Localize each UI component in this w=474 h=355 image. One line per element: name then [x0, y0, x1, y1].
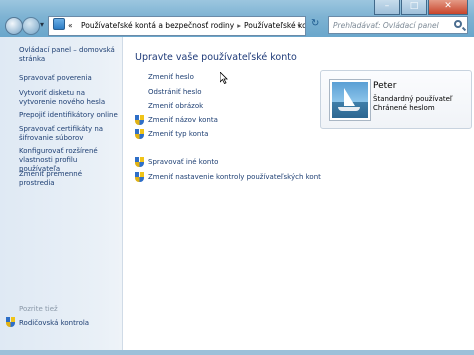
- main-content: Upravte vaše používateľské konto Zmeniť …: [123, 37, 474, 355]
- minimize-button[interactable]: –: [374, 0, 400, 15]
- sidebar-item-reset-disk[interactable]: Vytvoriť disketu na vytvorenie nového he…: [19, 89, 119, 107]
- uac-shield-icon: [135, 115, 144, 125]
- task-label: Zmeniť nastavenie kontroly používateľský…: [148, 173, 321, 181]
- avatar[interactable]: [330, 80, 370, 120]
- page-title: Upravte vaše používateľské konto: [135, 52, 297, 63]
- see-also-heading: Pozrite tiež: [19, 305, 58, 313]
- address-dropdown-icon[interactable]: ▾: [297, 17, 301, 35]
- task-label: Odstrániť heslo: [148, 88, 202, 96]
- sidebar-item-certificates[interactable]: Spravovať certifikáty na šifrovanie súbo…: [19, 125, 119, 143]
- search-input[interactable]: Prehľadávať: Ovládací panel: [328, 16, 468, 34]
- breadcrumb-separator-icon[interactable]: ▸: [237, 21, 241, 30]
- maximize-button[interactable]: □: [401, 0, 427, 15]
- uac-shield-icon: [135, 129, 144, 139]
- close-button[interactable]: ✕: [428, 0, 468, 15]
- recent-pages-chevron-icon[interactable]: ▾: [40, 20, 44, 29]
- search-icon[interactable]: [454, 20, 462, 28]
- address-bar[interactable]: « Používateľské kontá a bezpečnosť rodin…: [48, 16, 306, 36]
- breadcrumb-user-accounts-family[interactable]: Používateľské kontá a bezpečnosť rodiny: [81, 21, 234, 30]
- control-panel-window: – □ ✕ ▾ « Používateľské kontá a bezpečno…: [0, 0, 474, 355]
- window-controls: – □ ✕: [373, 0, 468, 15]
- refresh-icon[interactable]: ↻: [311, 18, 319, 29]
- task-label: Zmeniť heslo: [148, 73, 194, 81]
- sidebar: Ovládací panel – domovská stránka Spravo…: [0, 37, 123, 355]
- sidebar-item-online-ids[interactable]: Prepojiť identifikátory online: [19, 111, 119, 120]
- task-label: Zmeniť názov konta: [148, 116, 218, 124]
- back-button[interactable]: [5, 17, 23, 35]
- user-role: Štandardný používateľ: [373, 95, 453, 103]
- title-address-bar: – □ ✕ ▾ « Používateľské kontá a bezpečno…: [0, 0, 474, 37]
- uac-shield-icon: [6, 317, 15, 327]
- task-label: Spravovať iné konto: [148, 158, 219, 166]
- sidebar-item-home[interactable]: Ovládací panel – domovská stránka: [19, 46, 119, 64]
- control-panel-icon: [53, 18, 65, 30]
- forward-button[interactable]: [22, 17, 40, 35]
- search-placeholder: Prehľadávať: Ovládací panel: [333, 21, 439, 30]
- user-protection-status: Chránené heslom: [373, 104, 435, 112]
- boat-hull-icon: [338, 107, 360, 111]
- task-label: Zmeniť obrázok: [148, 102, 204, 110]
- sidebar-item-credentials[interactable]: Spravovať poverenia: [19, 74, 119, 83]
- breadcrumb-overflow[interactable]: «: [68, 21, 73, 30]
- parental-controls-link[interactable]: Rodičovská kontrola: [6, 317, 89, 327]
- sidebar-item-environment-variables[interactable]: Zmeniť premenné prostredia: [19, 170, 119, 188]
- sailboat-icon: [344, 88, 355, 106]
- taskbar-edge: [0, 350, 474, 355]
- task-label: Zmeniť typ konta: [148, 130, 209, 138]
- uac-shield-icon: [135, 172, 144, 182]
- user-name: Peter: [373, 81, 397, 91]
- user-account-card: Peter Štandardný používateľ Chránené hes…: [320, 70, 472, 129]
- parental-controls-label: Rodičovská kontrola: [19, 319, 90, 327]
- uac-shield-icon: [135, 157, 144, 167]
